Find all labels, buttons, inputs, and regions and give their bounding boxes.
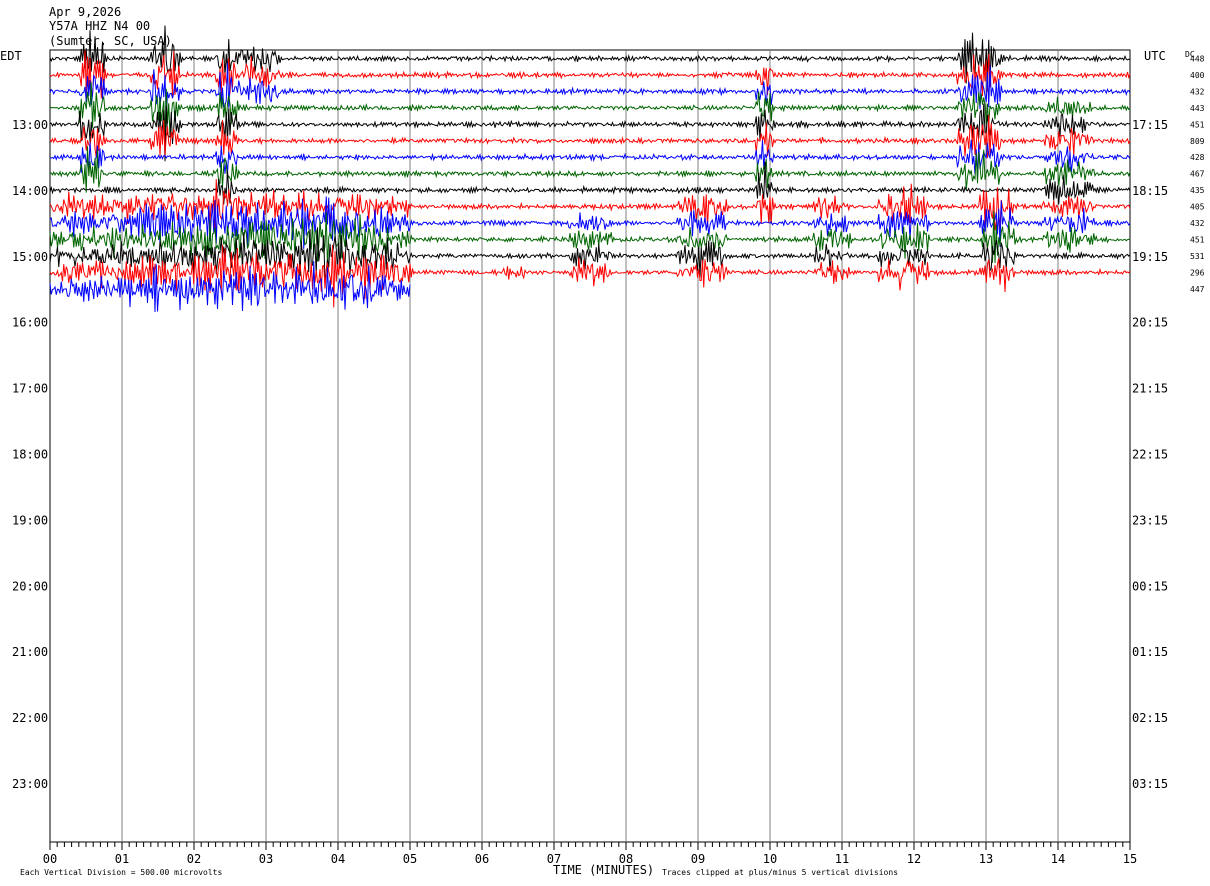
x-tick-label: 09 — [691, 852, 705, 866]
dc-offset-value: 432 — [1190, 87, 1205, 96]
trace-row-8 — [49, 161, 1131, 205]
edt-label: EDT — [0, 49, 22, 63]
x-axis-title: TIME (MINUTES) — [553, 863, 654, 877]
dc-offset-labels: 448 400 432 443 451 809 428 467 435 405 432 451 531 2… — [1190, 55, 1205, 294]
utc-hour-label: 00:15 — [1132, 579, 1168, 593]
edt-hour-label: 17:00 — [12, 382, 48, 396]
utc-hour-label: 22:15 — [1132, 448, 1168, 462]
x-tick-label: 13 — [979, 852, 993, 866]
utc-hour-label: 20:15 — [1132, 316, 1168, 330]
date-label: Apr 9,2026 — [49, 5, 121, 19]
x-tick-label: 01 — [115, 852, 129, 866]
dc-offset-value: 451 — [1190, 235, 1205, 244]
trace-row-14 — [49, 261, 411, 312]
x-tick-label: 04 — [331, 852, 345, 866]
dc-offset-value: 443 — [1190, 104, 1205, 113]
dc-offset-value: 447 — [1190, 285, 1205, 294]
trace-row-4 — [49, 103, 1131, 162]
scale-note: Each Vertical Division = 500.00 microvol… — [20, 868, 222, 877]
dc-offset-value: 296 — [1190, 268, 1205, 277]
utc-hour-label: 23:15 — [1132, 513, 1168, 527]
edt-hour-label: 20:00 — [12, 579, 48, 593]
edt-hour-label: 23:00 — [12, 777, 48, 791]
utc-hour-labels: 17:15 18:15 19:15 20:15 21:15 22:15 23:15 00:15… — [1132, 118, 1168, 791]
dc-offset-value: 467 — [1190, 170, 1205, 179]
x-tick-label: 11 — [835, 852, 849, 866]
edt-hour-label: 13:00 — [12, 118, 48, 132]
x-tick-label: 12 — [907, 852, 921, 866]
x-tick-label: 03 — [259, 852, 273, 866]
plot-frame — [49, 49, 1131, 843]
trace-row-7 — [49, 146, 1131, 193]
x-tick-label: 10 — [763, 852, 777, 866]
dc-offset-value: 531 — [1190, 252, 1205, 261]
seismogram-plot: Apr 9,2026 Y57A HHZ N4 00 (Sumter, SC, U… — [0, 5, 1205, 877]
utc-hour-label: 03:15 — [1132, 777, 1168, 791]
trace-group — [49, 25, 1131, 312]
utc-label: UTC — [1144, 49, 1166, 63]
edt-hour-label: 21:00 — [12, 645, 48, 659]
edt-hour-label: 14:00 — [12, 184, 48, 198]
utc-hour-label: 18:15 — [1132, 184, 1168, 198]
edt-hour-label: 15:00 — [12, 250, 48, 264]
x-tick-label: 15 — [1123, 852, 1137, 866]
trace-row-5 — [49, 114, 1131, 159]
station-label: Y57A HHZ N4 00 — [49, 19, 150, 33]
location-label: (Sumter, SC, USA) — [49, 34, 172, 48]
minute-gridlines — [121, 50, 1059, 842]
x-tick-label: 02 — [187, 852, 201, 866]
dc-offset-value: 451 — [1190, 120, 1205, 129]
dc-offset-value: 435 — [1190, 186, 1205, 195]
utc-hour-label: 19:15 — [1132, 250, 1168, 264]
dc-offset-value: 428 — [1190, 153, 1205, 162]
utc-hour-label: 02:15 — [1132, 711, 1168, 725]
edt-hour-label: 22:00 — [12, 711, 48, 725]
edt-hour-label: 18:00 — [12, 448, 48, 462]
dc-offset-value: 809 — [1190, 137, 1205, 146]
x-tick-label: 14 — [1051, 852, 1065, 866]
utc-hour-label: 17:15 — [1132, 118, 1168, 132]
clip-note: Traces clipped at plus/minus 5 vertical … — [662, 868, 898, 877]
edt-hour-label: 19:00 — [12, 513, 48, 527]
trace-row-2 — [49, 62, 1131, 120]
edt-hour-labels: 13:00 14:00 15:00 16:00 17:00 18:00 19:00 20:00… — [12, 118, 48, 791]
dc-offset-value: 400 — [1190, 71, 1205, 80]
x-tick-label: 00 — [43, 852, 57, 866]
utc-hour-label: 01:15 — [1132, 645, 1168, 659]
edt-hour-label: 16:00 — [12, 316, 48, 330]
x-tick-label: 05 — [403, 852, 417, 866]
x-tick-label: 06 — [475, 852, 489, 866]
dc-offset-value: 432 — [1190, 219, 1205, 228]
dc-offset-value: 405 — [1190, 203, 1205, 212]
dc-offset-value: 448 — [1190, 55, 1205, 64]
utc-hour-label: 21:15 — [1132, 382, 1168, 396]
